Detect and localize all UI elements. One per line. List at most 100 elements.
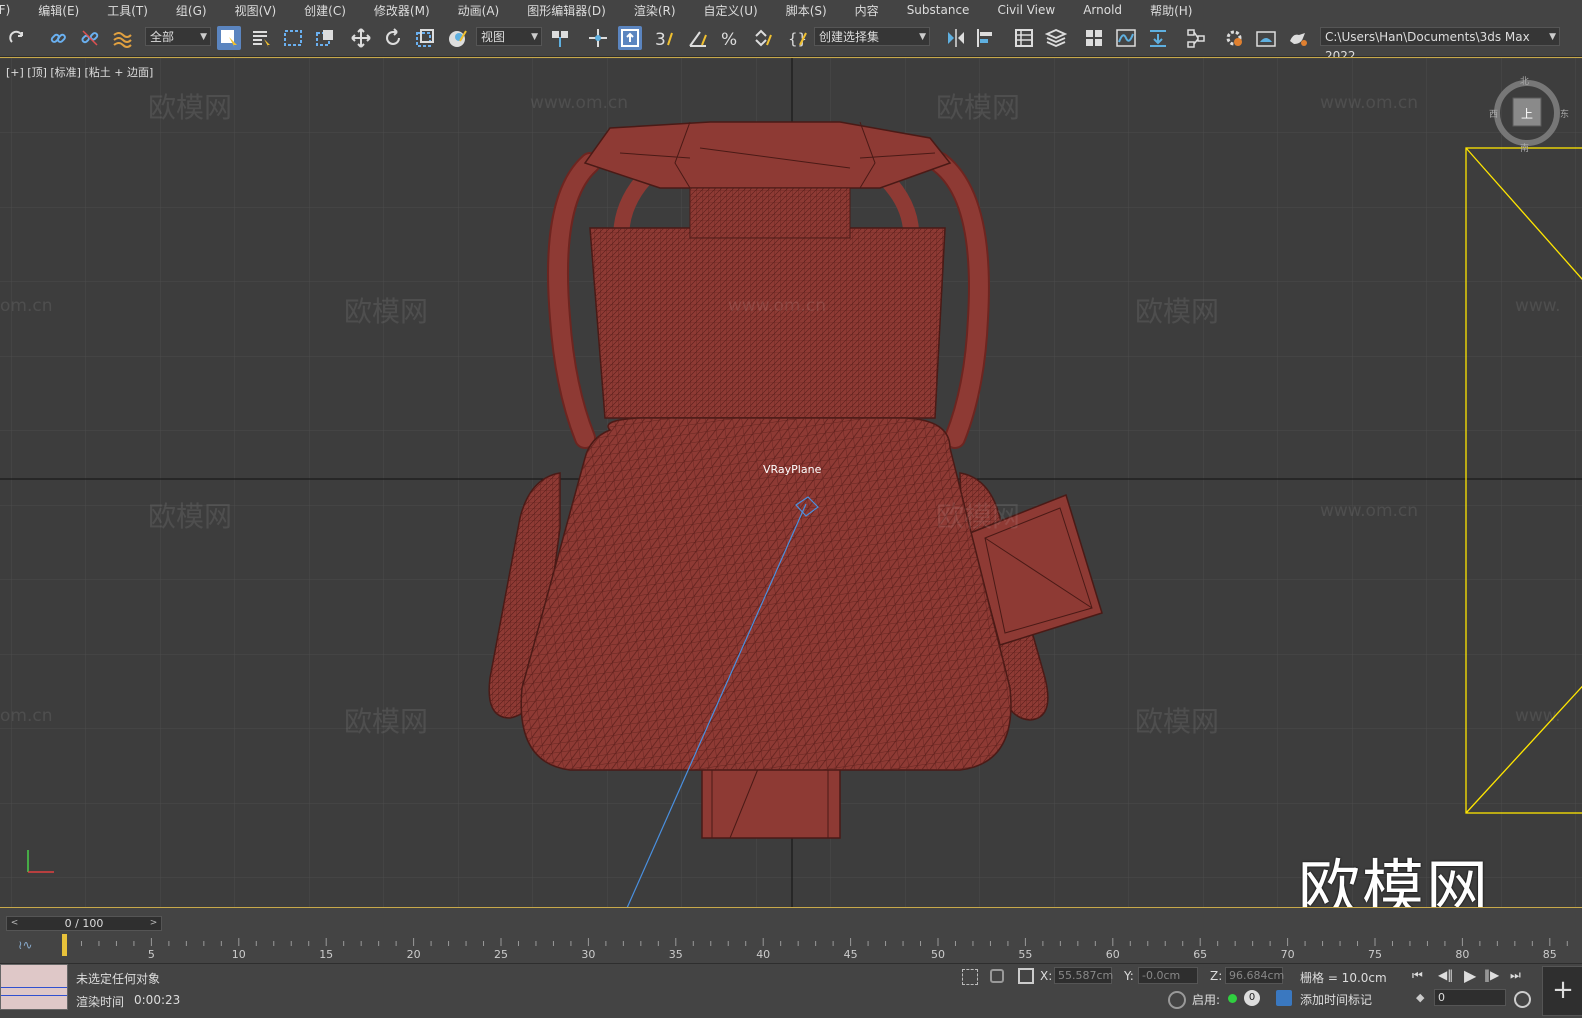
viewport-label[interactable]: [+] [顶] [标准] [粘土 + 边面]: [6, 64, 153, 80]
select-by-name-icon[interactable]: [249, 26, 273, 50]
timeline-tick-label: 15: [319, 948, 333, 961]
viewcube-top[interactable]: 上: [1521, 105, 1533, 122]
maxscript-listener[interactable]: [0, 964, 68, 1010]
snap-toggle-icon[interactable]: 3: [652, 26, 676, 50]
select-manipulate-icon[interactable]: [586, 26, 610, 50]
enable-count-badge[interactable]: 0: [1244, 990, 1260, 1006]
menu-item-8[interactable]: 图形编辑器(D): [513, 2, 620, 19]
curve-editor-icon[interactable]: [1114, 26, 1138, 50]
material-editor-icon[interactable]: [1184, 26, 1208, 50]
rendered-frame-window-icon[interactable]: [1254, 26, 1278, 50]
next-frame-icon[interactable]: >: [147, 917, 160, 930]
viewcube-north[interactable]: 北: [1520, 74, 1529, 87]
viewport-canvas[interactable]: [0, 58, 1582, 908]
grid-size: 栅格 = 10.0cm: [1300, 971, 1387, 985]
layer-explorer-icon[interactable]: [1044, 26, 1068, 50]
status-green-dot-icon: [1228, 994, 1237, 1003]
absolute-mode-icon[interactable]: [1018, 968, 1034, 984]
menu-item-3[interactable]: 组(G): [162, 2, 221, 19]
menu-item-11[interactable]: 脚本(S): [772, 2, 841, 19]
shield-icon[interactable]: [1168, 991, 1186, 1009]
edit-named-selection-icon[interactable]: {}: [786, 26, 810, 50]
watermark-text: 欧模网: [936, 91, 1021, 124]
timeline-tick-label: 65: [1193, 948, 1207, 961]
mirror-icon[interactable]: [944, 26, 968, 50]
viewcube-east[interactable]: 东: [1560, 107, 1569, 120]
max-viewport-toggle-icon[interactable]: +: [1542, 966, 1582, 1016]
menu-item-9[interactable]: 渲染(R): [620, 2, 690, 19]
project-path-dropdown[interactable]: C:\Users\Han\Documents\3ds Max 2022 ▼: [1320, 27, 1560, 63]
scene-explorer-icon[interactable]: [1012, 26, 1036, 50]
menu-item-13[interactable]: Substance: [893, 3, 984, 17]
frame-spinner-icon[interactable]: ◆: [1416, 991, 1424, 1004]
time-slider[interactable]: < 0 / 100 >: [6, 916, 162, 931]
unlink-icon[interactable]: [78, 26, 102, 50]
named-selection-dropdown[interactable]: 创建选择集 ▼: [814, 27, 930, 46]
link-icon[interactable]: [46, 26, 70, 50]
pivot-center-icon[interactable]: [548, 26, 572, 50]
time-tag-icon[interactable]: [1276, 990, 1292, 1006]
rotate-icon[interactable]: [381, 26, 405, 50]
render-setup-icon[interactable]: [1222, 26, 1246, 50]
y-coordinate-field[interactable]: -0.0cm: [1138, 967, 1198, 984]
timeline-tick-label: 35: [669, 948, 683, 961]
go-to-start-icon[interactable]: ⏮: [1412, 968, 1423, 983]
watermark-text: www.om.cn: [728, 296, 827, 316]
menu-item-1[interactable]: 编辑(E): [24, 2, 93, 19]
current-frame-marker[interactable]: [62, 934, 67, 956]
z-coordinate-field[interactable]: 96.684cm: [1225, 967, 1284, 984]
align-icon[interactable]: [974, 26, 998, 50]
redo-icon[interactable]: [6, 26, 30, 50]
select-object-icon[interactable]: [217, 26, 241, 50]
toggle-ribbon-icon[interactable]: [1082, 26, 1106, 50]
brand-watermark: 欧模网: [1298, 852, 1491, 908]
menu-item-0[interactable]: (F): [0, 3, 24, 17]
schematic-view-icon[interactable]: [1146, 26, 1170, 50]
menu-item-6[interactable]: 修改器(M): [360, 2, 444, 19]
scale-icon[interactable]: [413, 26, 437, 50]
move-icon[interactable]: [349, 26, 373, 50]
y-label: Y:: [1124, 969, 1134, 983]
lock-icon[interactable]: [990, 969, 1004, 983]
prev-frame-icon[interactable]: <: [8, 917, 21, 930]
next-key-icon[interactable]: ‖▶: [1484, 968, 1499, 982]
render-production-icon[interactable]: [1286, 26, 1310, 50]
watermark-text: 欧模网: [148, 91, 233, 124]
track-bar[interactable]: 5 10 15 20 25 30 35 40 45 50 55 60 65 70 75 80 85: [62, 934, 1572, 962]
chevron-down-icon: ▼: [919, 32, 926, 42]
bind-space-warp-icon[interactable]: [110, 26, 134, 50]
viewport-top[interactable]: 欧模网 www.om.cn 欧模网 www.om.cn om.cn 欧模网 ww…: [0, 57, 1582, 908]
percent-snap-icon[interactable]: %: [718, 26, 742, 50]
time-config-icon[interactable]: [1514, 991, 1531, 1008]
previous-key-icon[interactable]: ◀‖: [1438, 968, 1453, 982]
menu-item-4[interactable]: 视图(V): [221, 2, 291, 19]
angle-snap-icon[interactable]: [686, 26, 710, 50]
go-to-end-icon[interactable]: ⏭: [1510, 968, 1521, 983]
frame-display: 0 / 100: [64, 917, 104, 930]
menu-item-7[interactable]: 动画(A): [444, 2, 514, 19]
menu-item-12[interactable]: 内容: [841, 2, 893, 19]
play-icon[interactable]: ▶: [1464, 966, 1476, 985]
reference-coord-dropdown[interactable]: 视图 ▼: [476, 27, 542, 46]
watermark-text: www.om.cn: [530, 93, 629, 113]
isolate-selection-icon[interactable]: [962, 969, 978, 985]
menu-item-14[interactable]: Civil View: [983, 3, 1069, 17]
viewcube-south[interactable]: 南: [1520, 141, 1529, 154]
menu-item-15[interactable]: Arnold: [1069, 3, 1136, 17]
window-crossing-icon[interactable]: [313, 26, 337, 50]
rectangular-selection-icon[interactable]: [281, 26, 305, 50]
x-coordinate-field[interactable]: 55.587cm: [1054, 967, 1113, 984]
spinner-snap-icon[interactable]: [750, 26, 774, 50]
add-time-tag-label[interactable]: 添加时间标记: [1300, 991, 1372, 1008]
current-frame-field[interactable]: 0: [1434, 989, 1506, 1006]
menu-item-2[interactable]: 工具(T): [93, 2, 162, 19]
watermark-text: www.om.cn: [1320, 93, 1419, 113]
viewcube-west[interactable]: 西: [1489, 107, 1498, 120]
place-icon[interactable]: [445, 26, 469, 50]
menu-item-10[interactable]: 自定义(U): [690, 2, 772, 19]
menu-item-16[interactable]: 帮助(H): [1136, 2, 1206, 19]
keyboard-shortcut-icon[interactable]: [618, 26, 642, 50]
selection-filter-dropdown[interactable]: 全部 ▼: [145, 27, 211, 46]
curve-editor-toggle-icon[interactable]: ≀∿: [18, 938, 33, 952]
menu-item-5[interactable]: 创建(C): [290, 2, 360, 19]
